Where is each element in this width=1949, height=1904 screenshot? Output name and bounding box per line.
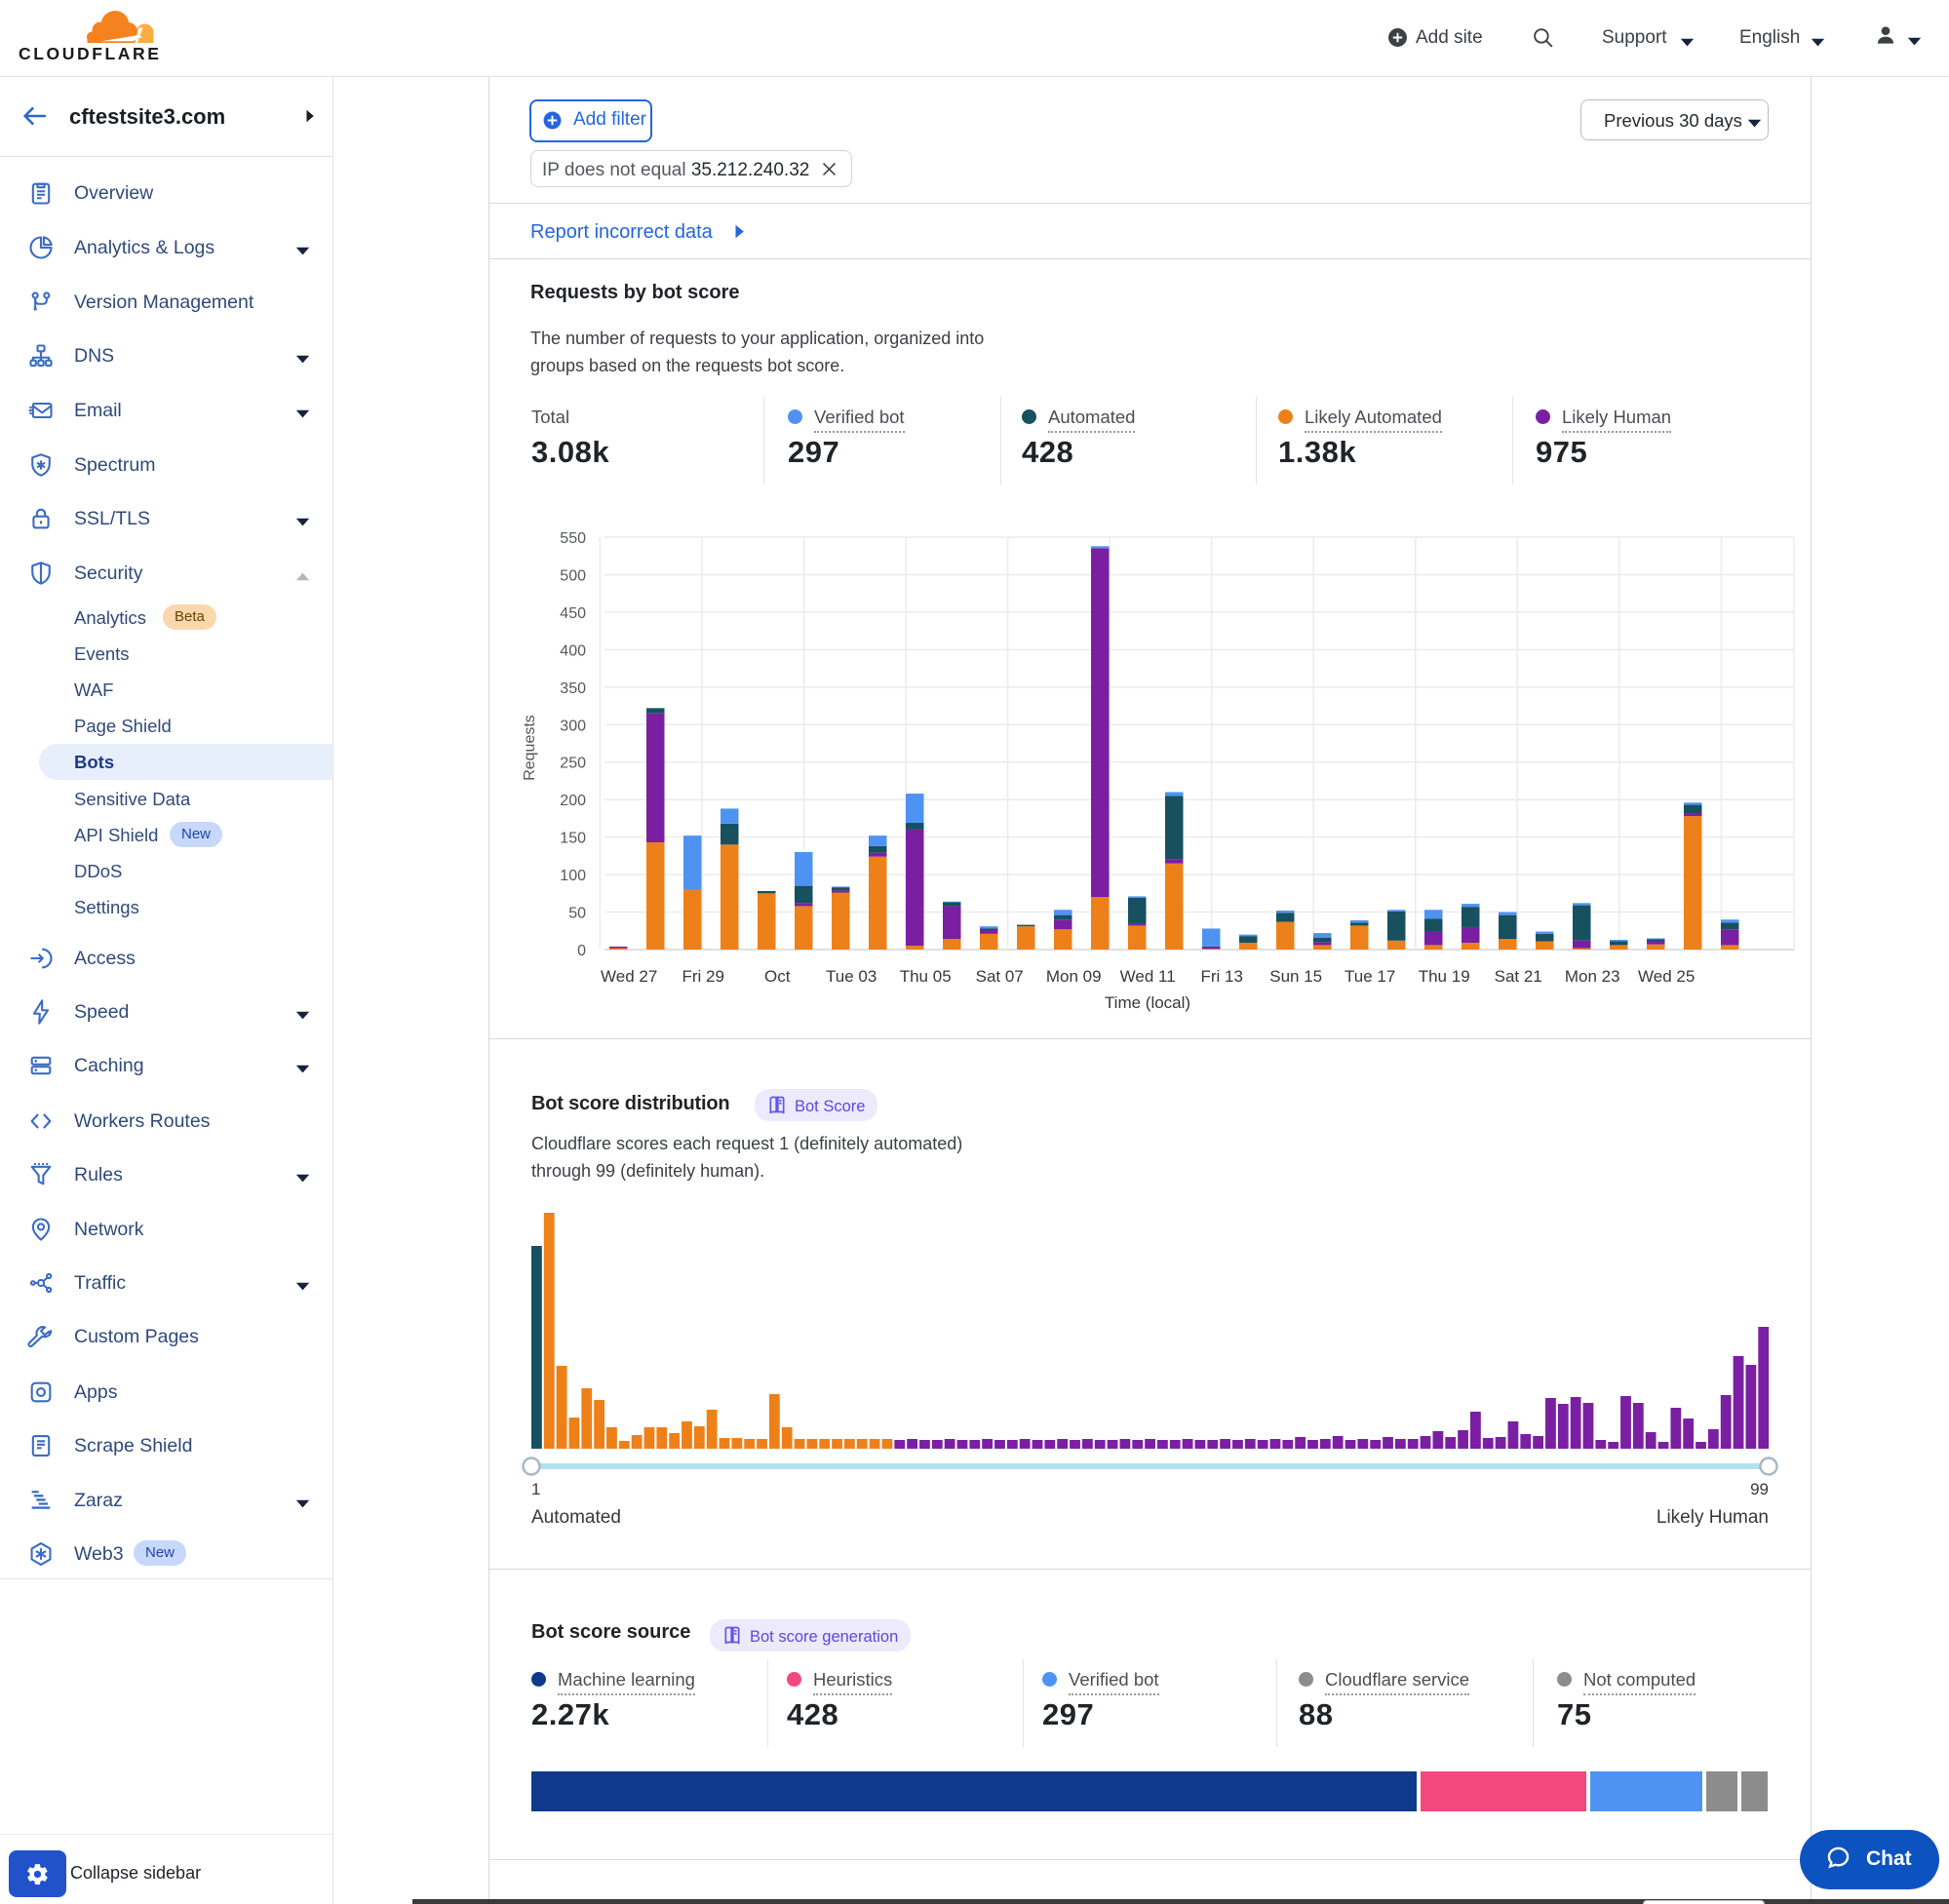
svg-text:Wed 27: Wed 27	[601, 967, 657, 986]
svg-text:350: 350	[560, 680, 586, 697]
svg-text:250: 250	[560, 756, 586, 772]
svg-text:100: 100	[560, 868, 586, 884]
svg-text:400: 400	[560, 642, 586, 659]
svg-text:99: 99	[1750, 1480, 1769, 1498]
svg-text:Fri 13: Fri 13	[1200, 967, 1242, 986]
svg-text:Thu 05: Thu 05	[900, 967, 952, 986]
svg-text:Tue 03: Tue 03	[826, 967, 877, 986]
svg-text:Fri 29: Fri 29	[682, 967, 723, 986]
svg-text:Sat 21: Sat 21	[1495, 967, 1542, 986]
svg-text:Oct: Oct	[764, 967, 791, 986]
svg-text:Time (local): Time (local)	[1105, 993, 1190, 1012]
svg-text:Likely Human: Likely Human	[1657, 1507, 1769, 1528]
svg-text:50: 50	[568, 906, 586, 922]
svg-text:Mon 09: Mon 09	[1046, 967, 1102, 986]
svg-text:Requests: Requests	[522, 715, 538, 781]
svg-text:200: 200	[560, 793, 586, 809]
svg-text:500: 500	[560, 568, 586, 585]
svg-text:Tue 17: Tue 17	[1345, 967, 1395, 986]
svg-text:150: 150	[560, 831, 586, 847]
svg-text:Wed 11: Wed 11	[1120, 967, 1176, 986]
svg-text:Automated: Automated	[531, 1507, 621, 1528]
svg-text:Sat 07: Sat 07	[976, 967, 1024, 986]
svg-text:Mon 23: Mon 23	[1565, 967, 1620, 986]
svg-text:1: 1	[531, 1480, 540, 1498]
svg-text:550: 550	[560, 530, 586, 547]
svg-text:Sun 15: Sun 15	[1269, 967, 1322, 986]
svg-text:Thu 19: Thu 19	[1419, 967, 1470, 986]
svg-text:300: 300	[560, 718, 586, 734]
svg-text:0: 0	[577, 943, 586, 959]
svg-text:450: 450	[560, 605, 586, 622]
svg-text:Wed 25: Wed 25	[1638, 967, 1695, 986]
